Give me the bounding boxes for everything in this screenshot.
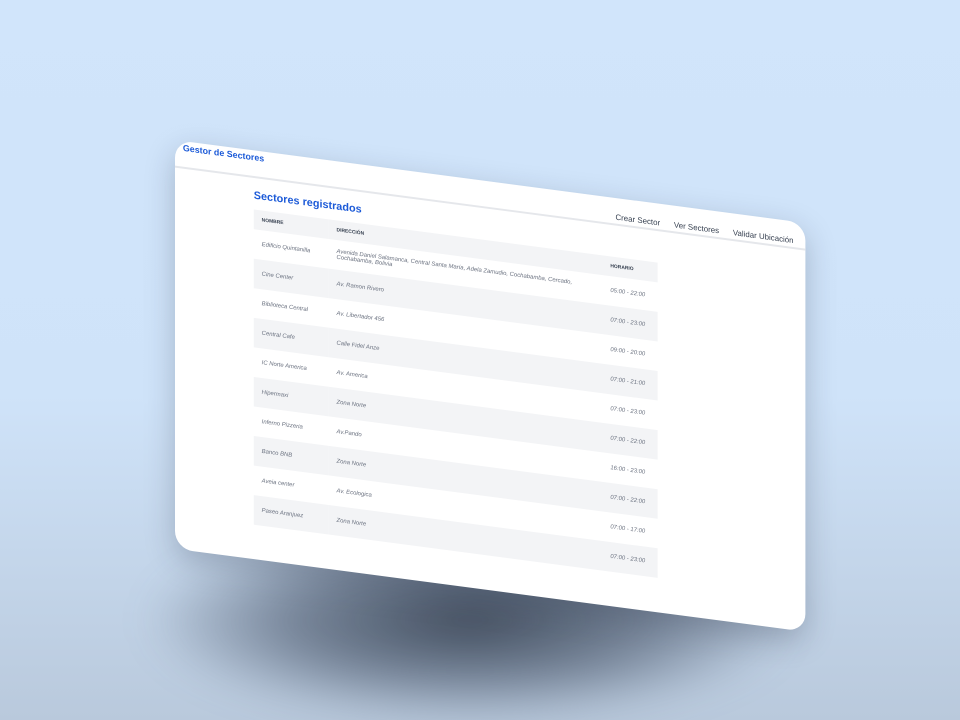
browser-window: Gestor de Sectores Crear Sector Ver Sect…: [175, 140, 806, 632]
nav-validar-ubicacion[interactable]: Validar Ubicación: [733, 228, 794, 245]
nav-crear-sector[interactable]: Crear Sector: [615, 212, 660, 227]
sectors-table: NOMBRE DIRECCIÓN HORARIO Edificio Quinta…: [253, 209, 658, 578]
cell-hours: 07:00 - 23:00: [602, 541, 658, 578]
nav-ver-sectores[interactable]: Ver Sectores: [674, 220, 719, 235]
nav-links: Crear Sector Ver Sectores Validar Ubicac…: [615, 212, 793, 244]
main-content: Sectores registrados NOMBRE DIRECCIÓN HO…: [253, 190, 658, 578]
brand-link[interactable]: Gestor de Sectores: [183, 143, 264, 164]
